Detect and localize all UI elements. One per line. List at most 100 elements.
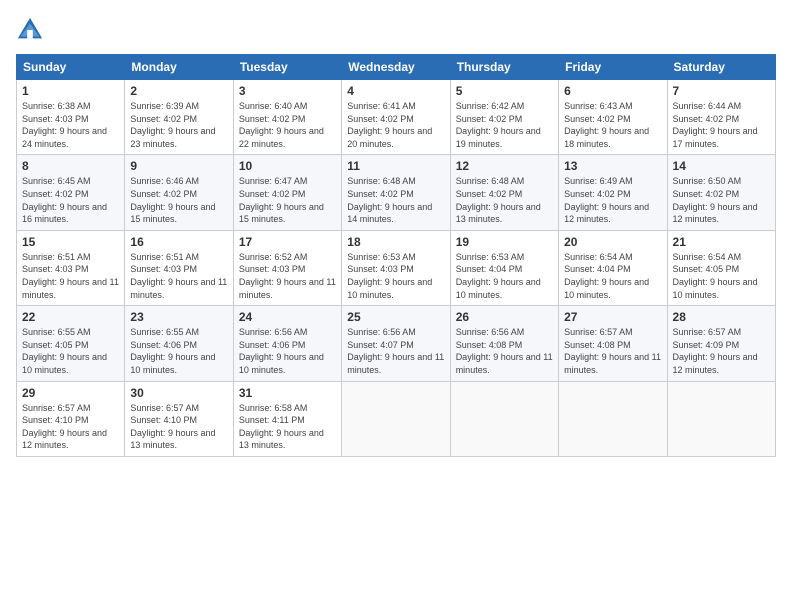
calendar-cell <box>342 381 450 456</box>
calendar-cell: 8 Sunrise: 6:45 AM Sunset: 4:02 PM Dayli… <box>17 155 125 230</box>
day-number: 19 <box>456 235 553 249</box>
day-info: Sunrise: 6:54 AM Sunset: 4:05 PM Dayligh… <box>673 251 770 301</box>
day-info: Sunrise: 6:44 AM Sunset: 4:02 PM Dayligh… <box>673 100 770 150</box>
day-number: 28 <box>673 310 770 324</box>
day-info: Sunrise: 6:57 AM Sunset: 4:10 PM Dayligh… <box>22 402 119 452</box>
calendar-cell <box>450 381 558 456</box>
day-number: 10 <box>239 159 336 173</box>
day-info: Sunrise: 6:48 AM Sunset: 4:02 PM Dayligh… <box>347 175 444 225</box>
logo <box>16 16 48 44</box>
day-number: 18 <box>347 235 444 249</box>
day-number: 31 <box>239 386 336 400</box>
calendar-cell: 3 Sunrise: 6:40 AM Sunset: 4:02 PM Dayli… <box>233 80 341 155</box>
day-number: 1 <box>22 84 119 98</box>
calendar-page: SundayMondayTuesdayWednesdayThursdayFrid… <box>0 0 792 612</box>
day-info: Sunrise: 6:45 AM Sunset: 4:02 PM Dayligh… <box>22 175 119 225</box>
day-info: Sunrise: 6:40 AM Sunset: 4:02 PM Dayligh… <box>239 100 336 150</box>
day-number: 11 <box>347 159 444 173</box>
day-header-saturday: Saturday <box>667 55 775 80</box>
day-header-wednesday: Wednesday <box>342 55 450 80</box>
calendar-cell <box>667 381 775 456</box>
calendar-cell: 22 Sunrise: 6:55 AM Sunset: 4:05 PM Dayl… <box>17 306 125 381</box>
calendar-cell: 7 Sunrise: 6:44 AM Sunset: 4:02 PM Dayli… <box>667 80 775 155</box>
calendar-cell: 21 Sunrise: 6:54 AM Sunset: 4:05 PM Dayl… <box>667 230 775 305</box>
day-number: 26 <box>456 310 553 324</box>
day-number: 27 <box>564 310 661 324</box>
calendar-cell: 18 Sunrise: 6:53 AM Sunset: 4:03 PM Dayl… <box>342 230 450 305</box>
calendar-cell: 23 Sunrise: 6:55 AM Sunset: 4:06 PM Dayl… <box>125 306 233 381</box>
day-number: 9 <box>130 159 227 173</box>
day-number: 23 <box>130 310 227 324</box>
day-number: 22 <box>22 310 119 324</box>
day-number: 12 <box>456 159 553 173</box>
day-info: Sunrise: 6:55 AM Sunset: 4:06 PM Dayligh… <box>130 326 227 376</box>
day-info: Sunrise: 6:52 AM Sunset: 4:03 PM Dayligh… <box>239 251 336 301</box>
day-info: Sunrise: 6:41 AM Sunset: 4:02 PM Dayligh… <box>347 100 444 150</box>
day-header-sunday: Sunday <box>17 55 125 80</box>
day-number: 25 <box>347 310 444 324</box>
day-info: Sunrise: 6:38 AM Sunset: 4:03 PM Dayligh… <box>22 100 119 150</box>
day-number: 7 <box>673 84 770 98</box>
day-info: Sunrise: 6:53 AM Sunset: 4:03 PM Dayligh… <box>347 251 444 301</box>
day-info: Sunrise: 6:51 AM Sunset: 4:03 PM Dayligh… <box>22 251 119 301</box>
day-info: Sunrise: 6:55 AM Sunset: 4:05 PM Dayligh… <box>22 326 119 376</box>
day-number: 20 <box>564 235 661 249</box>
calendar-cell: 9 Sunrise: 6:46 AM Sunset: 4:02 PM Dayli… <box>125 155 233 230</box>
calendar-cell: 14 Sunrise: 6:50 AM Sunset: 4:02 PM Dayl… <box>667 155 775 230</box>
calendar-cell: 17 Sunrise: 6:52 AM Sunset: 4:03 PM Dayl… <box>233 230 341 305</box>
day-info: Sunrise: 6:57 AM Sunset: 4:10 PM Dayligh… <box>130 402 227 452</box>
calendar-cell: 31 Sunrise: 6:58 AM Sunset: 4:11 PM Dayl… <box>233 381 341 456</box>
day-info: Sunrise: 6:57 AM Sunset: 4:08 PM Dayligh… <box>564 326 661 376</box>
day-number: 30 <box>130 386 227 400</box>
day-info: Sunrise: 6:56 AM Sunset: 4:08 PM Dayligh… <box>456 326 553 376</box>
day-number: 2 <box>130 84 227 98</box>
calendar-header-row: SundayMondayTuesdayWednesdayThursdayFrid… <box>17 55 776 80</box>
day-info: Sunrise: 6:43 AM Sunset: 4:02 PM Dayligh… <box>564 100 661 150</box>
week-row-4: 22 Sunrise: 6:55 AM Sunset: 4:05 PM Dayl… <box>17 306 776 381</box>
day-info: Sunrise: 6:56 AM Sunset: 4:06 PM Dayligh… <box>239 326 336 376</box>
calendar-cell: 10 Sunrise: 6:47 AM Sunset: 4:02 PM Dayl… <box>233 155 341 230</box>
calendar-cell: 28 Sunrise: 6:57 AM Sunset: 4:09 PM Dayl… <box>667 306 775 381</box>
day-header-tuesday: Tuesday <box>233 55 341 80</box>
day-number: 15 <box>22 235 119 249</box>
calendar-cell: 24 Sunrise: 6:56 AM Sunset: 4:06 PM Dayl… <box>233 306 341 381</box>
week-row-3: 15 Sunrise: 6:51 AM Sunset: 4:03 PM Dayl… <box>17 230 776 305</box>
calendar-cell: 15 Sunrise: 6:51 AM Sunset: 4:03 PM Dayl… <box>17 230 125 305</box>
week-row-5: 29 Sunrise: 6:57 AM Sunset: 4:10 PM Dayl… <box>17 381 776 456</box>
day-info: Sunrise: 6:54 AM Sunset: 4:04 PM Dayligh… <box>564 251 661 301</box>
calendar-cell: 29 Sunrise: 6:57 AM Sunset: 4:10 PM Dayl… <box>17 381 125 456</box>
day-info: Sunrise: 6:53 AM Sunset: 4:04 PM Dayligh… <box>456 251 553 301</box>
day-info: Sunrise: 6:46 AM Sunset: 4:02 PM Dayligh… <box>130 175 227 225</box>
day-info: Sunrise: 6:48 AM Sunset: 4:02 PM Dayligh… <box>456 175 553 225</box>
calendar-cell: 1 Sunrise: 6:38 AM Sunset: 4:03 PM Dayli… <box>17 80 125 155</box>
day-number: 17 <box>239 235 336 249</box>
day-info: Sunrise: 6:50 AM Sunset: 4:02 PM Dayligh… <box>673 175 770 225</box>
calendar-cell: 6 Sunrise: 6:43 AM Sunset: 4:02 PM Dayli… <box>559 80 667 155</box>
week-row-2: 8 Sunrise: 6:45 AM Sunset: 4:02 PM Dayli… <box>17 155 776 230</box>
calendar-cell: 27 Sunrise: 6:57 AM Sunset: 4:08 PM Dayl… <box>559 306 667 381</box>
calendar-cell: 12 Sunrise: 6:48 AM Sunset: 4:02 PM Dayl… <box>450 155 558 230</box>
calendar-cell: 30 Sunrise: 6:57 AM Sunset: 4:10 PM Dayl… <box>125 381 233 456</box>
day-info: Sunrise: 6:39 AM Sunset: 4:02 PM Dayligh… <box>130 100 227 150</box>
day-header-monday: Monday <box>125 55 233 80</box>
header <box>16 16 776 44</box>
calendar-cell: 16 Sunrise: 6:51 AM Sunset: 4:03 PM Dayl… <box>125 230 233 305</box>
day-number: 24 <box>239 310 336 324</box>
calendar-cell: 4 Sunrise: 6:41 AM Sunset: 4:02 PM Dayli… <box>342 80 450 155</box>
day-info: Sunrise: 6:51 AM Sunset: 4:03 PM Dayligh… <box>130 251 227 301</box>
logo-icon <box>16 16 44 44</box>
day-info: Sunrise: 6:49 AM Sunset: 4:02 PM Dayligh… <box>564 175 661 225</box>
day-number: 13 <box>564 159 661 173</box>
day-number: 8 <box>22 159 119 173</box>
day-number: 16 <box>130 235 227 249</box>
calendar-cell: 26 Sunrise: 6:56 AM Sunset: 4:08 PM Dayl… <box>450 306 558 381</box>
day-number: 4 <box>347 84 444 98</box>
day-number: 14 <box>673 159 770 173</box>
day-info: Sunrise: 6:58 AM Sunset: 4:11 PM Dayligh… <box>239 402 336 452</box>
day-number: 29 <box>22 386 119 400</box>
day-info: Sunrise: 6:42 AM Sunset: 4:02 PM Dayligh… <box>456 100 553 150</box>
calendar-cell: 19 Sunrise: 6:53 AM Sunset: 4:04 PM Dayl… <box>450 230 558 305</box>
day-info: Sunrise: 6:56 AM Sunset: 4:07 PM Dayligh… <box>347 326 444 376</box>
day-header-thursday: Thursday <box>450 55 558 80</box>
day-info: Sunrise: 6:47 AM Sunset: 4:02 PM Dayligh… <box>239 175 336 225</box>
